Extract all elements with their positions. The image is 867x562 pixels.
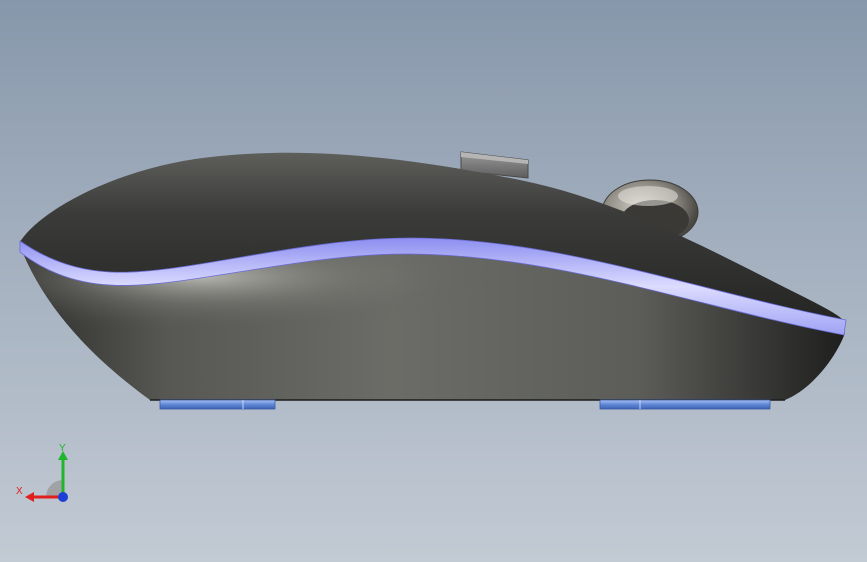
z-axis-dot	[58, 492, 68, 502]
x-axis-label: X	[16, 486, 23, 497]
orientation-triad[interactable]: X Y	[12, 440, 74, 510]
mouse-foot-rear	[599, 399, 771, 410]
mouse-model[interactable]	[0, 0, 867, 562]
y-axis-label: Y	[59, 443, 66, 454]
3d-viewport[interactable]: X Y	[0, 0, 867, 562]
mouse-foot-front	[159, 399, 276, 410]
